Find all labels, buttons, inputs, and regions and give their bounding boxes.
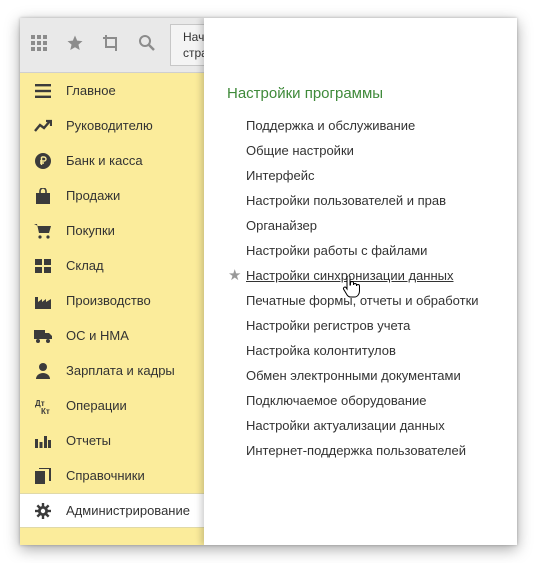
link-equipment[interactable]: Подключаемое оборудование bbox=[246, 393, 427, 408]
sidebar-item-bank[interactable]: Банк и касса bbox=[20, 143, 204, 178]
sidebar-item-label: Банк и касса bbox=[66, 153, 143, 168]
sidebar-item-label: Руководителю bbox=[66, 118, 153, 133]
truck-icon bbox=[34, 327, 52, 345]
sidebar-item-label: Операции bbox=[66, 398, 127, 413]
link-file-settings[interactable]: Настройки работы с файлами bbox=[246, 243, 427, 258]
link-organizer[interactable]: Органайзер bbox=[246, 218, 317, 233]
bar-chart-icon bbox=[34, 432, 52, 450]
factory-icon bbox=[34, 292, 52, 310]
sidebar-item-purchases[interactable]: Покупки bbox=[20, 213, 204, 248]
sidebar-item-production[interactable]: Производство bbox=[20, 283, 204, 318]
sidebar-item-label: Покупки bbox=[66, 223, 115, 238]
sidebar-item-label: Склад bbox=[66, 258, 104, 273]
link-general-settings[interactable]: Общие настройки bbox=[246, 143, 354, 158]
sidebar-item-payroll[interactable]: Зарплата и кадры bbox=[20, 353, 204, 388]
sidebar-item-label: Справочники bbox=[66, 468, 145, 483]
sidebar-item-warehouse[interactable]: Склад bbox=[20, 248, 204, 283]
settings-panel: Настройки программы Поддержка и обслужив… bbox=[204, 18, 517, 545]
home-tab-label-1: Нач bbox=[183, 30, 204, 44]
home-tab-label-2: стра bbox=[183, 46, 204, 60]
sidebar-item-label: Главное bbox=[66, 83, 116, 98]
link-edi[interactable]: Обмен электронными документами bbox=[246, 368, 461, 383]
star-icon[interactable] bbox=[62, 30, 88, 56]
search-icon[interactable] bbox=[134, 30, 160, 56]
sidebar-item-references[interactable]: Справочники bbox=[20, 458, 204, 493]
link-data-update[interactable]: Настройки актуализации данных bbox=[246, 418, 445, 433]
sidebar-item-label: Зарплата и кадры bbox=[66, 363, 175, 378]
sidebar-item-label: Производство bbox=[66, 293, 151, 308]
favorite-star-icon[interactable]: ★ bbox=[228, 266, 241, 284]
ruble-icon bbox=[34, 152, 52, 170]
sidebar-item-sales[interactable]: Продажи bbox=[20, 178, 204, 213]
home-tab[interactable]: Нач стра bbox=[170, 24, 204, 66]
bag-icon bbox=[34, 187, 52, 205]
link-headers-footers[interactable]: Настройка колонтитулов bbox=[246, 343, 396, 358]
cart-icon bbox=[34, 222, 52, 240]
sidebar-item-label: Продажи bbox=[66, 188, 121, 203]
sidebar-item-operations[interactable]: Дт Кт Операции bbox=[20, 388, 204, 423]
apps-grid-icon[interactable] bbox=[26, 30, 52, 56]
history-icon[interactable] bbox=[98, 30, 124, 56]
hand-cursor-icon bbox=[342, 276, 360, 298]
sidebar-item-fixed-assets[interactable]: ОС и НМА bbox=[20, 318, 204, 353]
warehouse-icon bbox=[34, 257, 52, 275]
books-icon bbox=[34, 467, 52, 485]
sidebar-item-label: Отчеты bbox=[66, 433, 111, 448]
panel-title: Настройки программы bbox=[227, 85, 384, 102]
svg-text:Кт: Кт bbox=[41, 407, 50, 414]
gear-icon bbox=[34, 502, 52, 520]
dt-kt-icon: Дт Кт bbox=[34, 397, 52, 415]
sidebar-item-main[interactable]: Главное bbox=[20, 73, 204, 108]
link-interface[interactable]: Интерфейс bbox=[246, 168, 314, 183]
link-print-forms[interactable]: Печатные формы, отчеты и обработки bbox=[246, 293, 479, 308]
sidebar-item-reports[interactable]: Отчеты bbox=[20, 423, 204, 458]
sidebar-item-manager[interactable]: Руководителю bbox=[20, 108, 204, 143]
menu-icon bbox=[34, 82, 52, 100]
sidebar-item-label: Администрирование bbox=[66, 503, 190, 518]
sidebar-item-administration[interactable]: Администрирование bbox=[20, 493, 204, 528]
link-users-rights[interactable]: Настройки пользователей и прав bbox=[246, 193, 446, 208]
link-internet-support[interactable]: Интернет-поддержка пользователей bbox=[246, 443, 466, 458]
link-support[interactable]: Поддержка и обслуживание bbox=[246, 118, 415, 133]
link-accounting-registers[interactable]: Настройки регистров учета bbox=[246, 318, 410, 333]
trend-icon bbox=[34, 117, 52, 135]
app-window: Нач стра Главное Руководителю Банк и кас… bbox=[20, 18, 517, 545]
sections-sidebar: Главное Руководителю Банк и касса Продаж… bbox=[20, 73, 205, 545]
person-icon bbox=[34, 362, 52, 380]
sidebar-item-label: ОС и НМА bbox=[66, 328, 129, 343]
